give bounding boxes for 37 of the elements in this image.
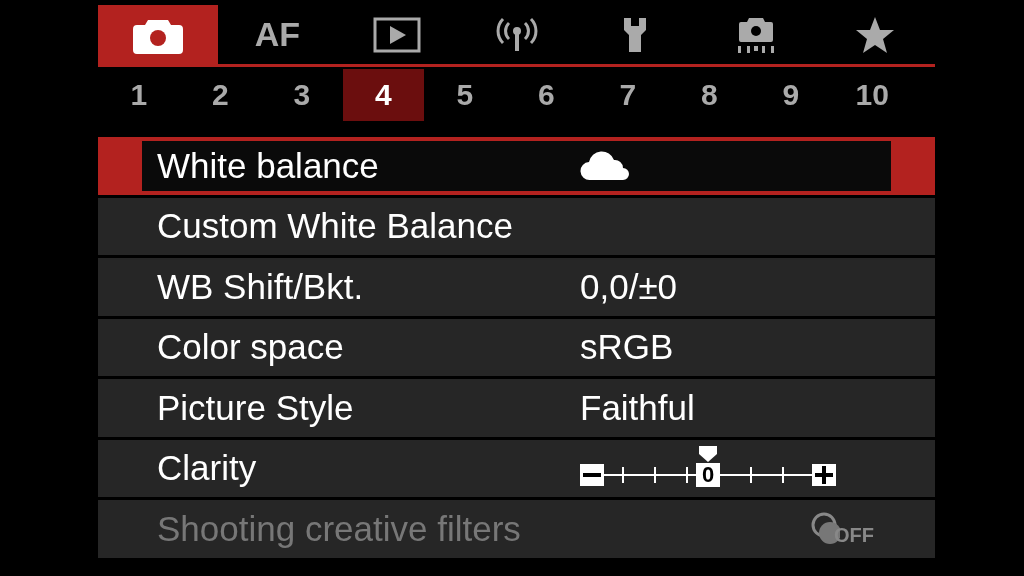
menu-row[interactable]: Picture Style Faithful [98,379,935,437]
setting-value: sRGB [580,327,674,368]
menu-tab[interactable] [98,5,218,64]
page-tab[interactable]: 2 [179,69,261,121]
page-tab[interactable]: 5 [424,69,506,121]
setting-value: 0,0/±0 [580,266,678,307]
page-tab[interactable]: 8 [668,69,750,121]
wireless-icon [494,16,539,53]
page-tab[interactable]: 9 [750,69,832,121]
page-tab[interactable]: 7 [587,69,669,121]
menu-row[interactable]: White balance [98,137,935,195]
menu-label: WB Shift/Bkt. [157,266,365,307]
scale-marker[interactable] [699,446,717,463]
clarity-scale[interactable]: 0 [580,446,836,491]
plus-icon [812,464,836,487]
menu-label: Shooting creative filters [157,508,522,549]
page-tab[interactable]: 10 [831,69,913,121]
setting-value: Faithful [580,387,695,428]
page-tab[interactable]: 3 [261,69,343,121]
menu-tab[interactable]: AF [217,5,338,64]
scale-center-value: 0 [696,463,720,488]
menu-label: Clarity [157,448,258,489]
minus-icon [580,464,604,487]
menu-label: Picture Style [157,387,355,428]
play-icon [372,16,421,53]
menu-row[interactable]: Custom White Balance [98,197,935,255]
menu-row[interactable]: Clarity 0 [98,439,935,497]
menu-label: White balance [157,145,380,186]
menu-label: Custom White Balance [157,206,514,247]
page-tab[interactable]: 1 [98,69,180,121]
page-tab[interactable]: 4 [342,69,424,121]
menu-row[interactable]: Color space sRGB [98,318,935,376]
page-tab[interactable]: 6 [505,69,587,121]
menu-label: Color space [157,327,345,368]
star-icon [855,15,896,54]
menu-row[interactable]: WB Shift/Bkt. 0,0/±0 [98,258,935,316]
cloud-icon [580,150,632,181]
